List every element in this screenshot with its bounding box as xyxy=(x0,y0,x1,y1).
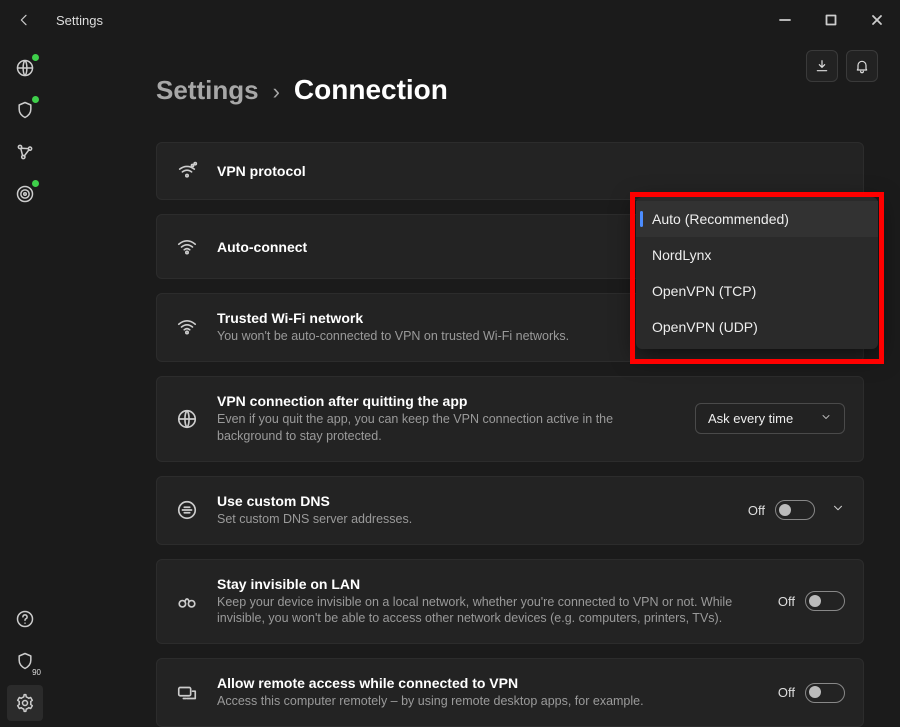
download-button[interactable] xyxy=(806,50,838,82)
shield-badge-count: 90 xyxy=(32,668,41,677)
titlebar: Settings xyxy=(0,0,900,40)
wifi-settings-icon xyxy=(175,160,199,182)
help-icon[interactable] xyxy=(7,601,43,637)
row-after-quit: VPN connection after quitting the app Ev… xyxy=(156,376,864,462)
shield-icon[interactable] xyxy=(7,92,43,128)
main-panel: Settings › Connection VPN protocol Auto-… xyxy=(50,40,900,727)
protocol-option-openvpn-tcp[interactable]: OpenVPN (TCP) xyxy=(636,273,878,309)
dns-toggle[interactable] xyxy=(775,500,815,520)
protocol-option-auto[interactable]: Auto (Recommended) xyxy=(636,201,878,237)
globe-outline-icon xyxy=(175,408,199,430)
remote-icon xyxy=(175,682,199,704)
row-invisible-lan: Stay invisible on LAN Keep your device i… xyxy=(156,559,864,645)
back-button[interactable] xyxy=(8,4,40,36)
row-remote-access: Allow remote access while connected to V… xyxy=(156,658,864,727)
breadcrumb-current: Connection xyxy=(294,74,448,106)
breadcrumb-root[interactable]: Settings xyxy=(156,75,259,106)
protocol-option-openvpn-udp[interactable]: OpenVPN (UDP) xyxy=(636,309,878,345)
row-custom-dns: Use custom DNS Set custom DNS server add… xyxy=(156,476,864,545)
wifi-outline-icon xyxy=(175,316,199,338)
row-desc: Keep your device invisible on a local ne… xyxy=(217,594,760,628)
chevron-down-icon[interactable] xyxy=(831,501,845,520)
settings-icon[interactable] xyxy=(7,685,43,721)
row-title: Stay invisible on LAN xyxy=(217,576,760,592)
afterquit-value: Ask every time xyxy=(708,411,793,426)
breadcrumb: Settings › Connection xyxy=(80,74,870,106)
mesh-icon[interactable] xyxy=(7,134,43,170)
toggle-label: Off xyxy=(778,685,795,700)
row-desc: Even if you quit the app, you can keep t… xyxy=(217,411,677,445)
protocol-dropdown-menu: Auto (Recommended) NordLynx OpenVPN (TCP… xyxy=(636,197,878,349)
row-title: Use custom DNS xyxy=(217,493,730,509)
row-title: VPN protocol xyxy=(217,163,845,179)
lan-icon xyxy=(175,590,199,612)
protocol-option-nordlynx[interactable]: NordLynx xyxy=(636,237,878,273)
row-title: Allow remote access while connected to V… xyxy=(217,675,760,691)
remote-toggle[interactable] xyxy=(805,683,845,703)
dns-icon xyxy=(175,499,199,521)
globe-icon[interactable] xyxy=(7,50,43,86)
toggle-label: Off xyxy=(778,594,795,609)
radar-icon[interactable] xyxy=(7,176,43,212)
maximize-button[interactable] xyxy=(808,0,854,40)
bell-button[interactable] xyxy=(846,50,878,82)
lan-toggle[interactable] xyxy=(805,591,845,611)
row-desc: Access this computer remotely – by using… xyxy=(217,693,760,710)
minimize-button[interactable] xyxy=(762,0,808,40)
chevron-right-icon: › xyxy=(273,79,280,105)
close-button[interactable] xyxy=(854,0,900,40)
shield-badge-icon[interactable]: 90 xyxy=(7,643,43,679)
chevron-down-icon xyxy=(820,411,832,426)
afterquit-dropdown[interactable]: Ask every time xyxy=(695,403,845,434)
window-title: Settings xyxy=(56,13,103,28)
row-title: VPN connection after quitting the app xyxy=(217,393,677,409)
wifi-icon xyxy=(175,236,199,258)
sidebar: 90 xyxy=(0,40,50,727)
row-vpn-protocol[interactable]: VPN protocol xyxy=(156,142,864,200)
toggle-label: Off xyxy=(748,503,765,518)
row-desc: Set custom DNS server addresses. xyxy=(217,511,730,528)
